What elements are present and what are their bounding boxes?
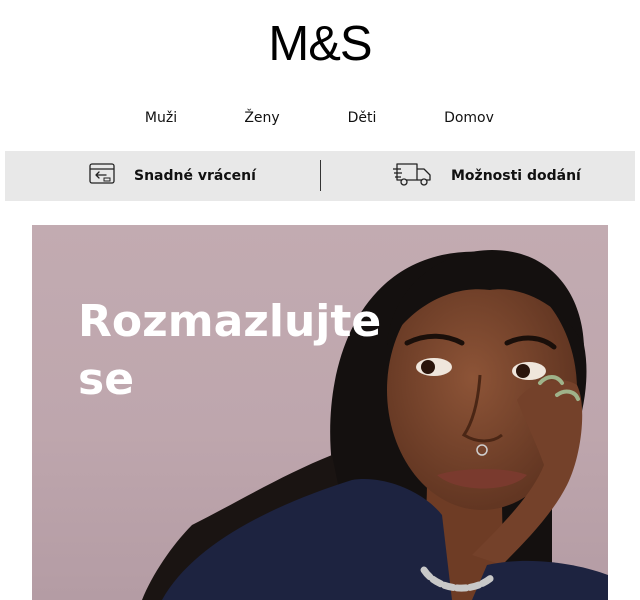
benefits-divider xyxy=(320,160,321,191)
returns-card-icon xyxy=(88,161,118,191)
delivery-options-label: Možnosti dodání xyxy=(451,168,581,184)
brand-logo[interactable]: M&S xyxy=(0,14,640,74)
delivery-truck-icon xyxy=(393,159,435,193)
hero-banner[interactable]: Rozmazlujte se xyxy=(32,225,608,600)
hero-headline: Rozmazlujte se xyxy=(78,296,382,405)
benefits-bar: Snadné vrácení Možnosti dodání xyxy=(5,151,635,201)
hero-model-image xyxy=(142,250,608,600)
delivery-options-link[interactable]: Možnosti dodání xyxy=(393,151,581,201)
main-nav: Muži Ženy Děti Domov xyxy=(0,108,640,130)
nav-item-kids[interactable]: Děti xyxy=(348,108,377,128)
easy-returns-link[interactable]: Snadné vrácení xyxy=(88,151,256,201)
nav-item-men[interactable]: Muži xyxy=(145,108,177,128)
easy-returns-label: Snadné vrácení xyxy=(134,168,256,184)
nav-item-home[interactable]: Domov xyxy=(444,108,494,128)
nav-item-women[interactable]: Ženy xyxy=(244,108,279,128)
